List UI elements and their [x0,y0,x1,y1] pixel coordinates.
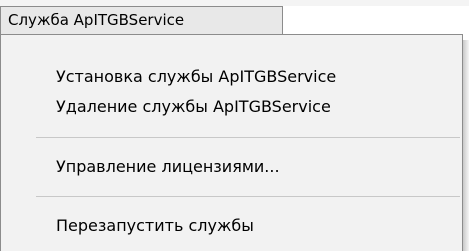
menu-separator [36,196,460,197]
dropdown-shadow [463,40,469,251]
menu-item-remove-service[interactable]: Удаление службы ApITGBService [56,97,331,116]
menu-item-manage-licenses[interactable]: Управление лицензиями... [56,157,280,176]
menu-header-service[interactable]: Служба ApITGBService [0,6,283,34]
menu-bar: Служба ApITGBService [0,0,469,35]
menu-item-restart-services[interactable]: Перезапустить службы [56,216,254,235]
menu-item-install-service[interactable]: Установка службы ApITGBService [56,67,336,86]
menu-separator [36,137,460,138]
screen: Служба ApITGBService Установка службы Ap… [0,0,469,251]
